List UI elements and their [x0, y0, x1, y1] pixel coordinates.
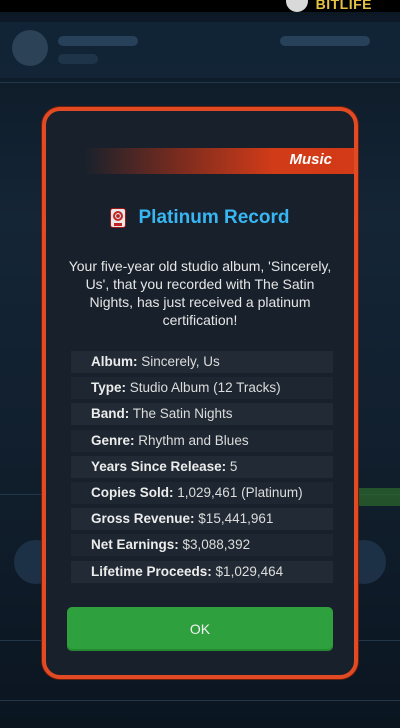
detail-key: Genre:	[91, 432, 135, 448]
background-header	[0, 22, 400, 78]
detail-key: Net Earnings:	[91, 537, 179, 553]
detail-value: $15,441,961	[194, 511, 274, 527]
detail-value: The Satin Nights	[129, 406, 233, 422]
background-name-blur	[58, 36, 138, 46]
detail-row-band: Band: The Satin Nights	[71, 403, 333, 426]
detail-key: Band:	[91, 406, 130, 422]
detail-value: Studio Album (12 Tracks)	[126, 380, 281, 396]
detail-row-net-earnings: Net Earnings: $3,088,392	[71, 534, 333, 557]
background-green-tab	[352, 488, 400, 506]
ok-button[interactable]: OK	[67, 607, 333, 651]
detail-value: 5	[226, 458, 238, 474]
detail-row-gross-revenue: Gross Revenue: $15,441,961	[71, 508, 333, 531]
detail-key: Copies Sold:	[91, 484, 174, 500]
background-balance-blur	[280, 36, 370, 46]
detail-value: 1,029,461 (Platinum)	[173, 484, 303, 500]
detail-key: Gross Revenue:	[91, 511, 195, 527]
detail-value: Sincerely, Us	[137, 354, 220, 369]
avatar	[12, 30, 48, 66]
detail-key: Lifetime Proceeds:	[91, 563, 212, 579]
detail-row-type: Type: Studio Album (12 Tracks)	[71, 377, 333, 400]
detail-key: Type:	[91, 380, 127, 396]
detail-row-genre: Genre: Rhythm and Blues	[71, 429, 333, 452]
detail-row-copies-sold: Copies Sold: 1,029,461 (Platinum)	[71, 481, 333, 504]
platinum-record-modal: Music Platinum Record Your five-year old…	[42, 107, 358, 679]
detail-row-years-since-release: Years Since Release: 5	[71, 455, 333, 478]
app-logo: BITLIFE	[315, 0, 372, 12]
category-label: Music	[289, 151, 332, 168]
divider	[0, 700, 400, 701]
detail-value: $1,029,464	[211, 563, 284, 579]
title-row: Platinum Record	[46, 207, 354, 229]
record-icon	[110, 209, 125, 227]
background-subtitle-blur	[58, 54, 98, 64]
event-description: Your five-year old studio album, 'Sincer…	[68, 258, 332, 328]
details-list: Album: Sincerely, Us Type: Studio Album …	[71, 351, 333, 587]
detail-key: Album:	[91, 354, 138, 369]
detail-value: Rhythm and Blues	[134, 432, 249, 448]
detail-value: $3,088,392	[178, 537, 251, 553]
detail-key: Years Since Release:	[91, 458, 227, 474]
modal-title: Platinum Record	[138, 207, 290, 228]
divider	[0, 82, 400, 83]
detail-row-album: Album: Sincerely, Us	[71, 351, 333, 373]
detail-row-lifetime-proceeds: Lifetime Proceeds: $1,029,464	[71, 560, 333, 583]
category-banner: Music	[84, 148, 354, 174]
